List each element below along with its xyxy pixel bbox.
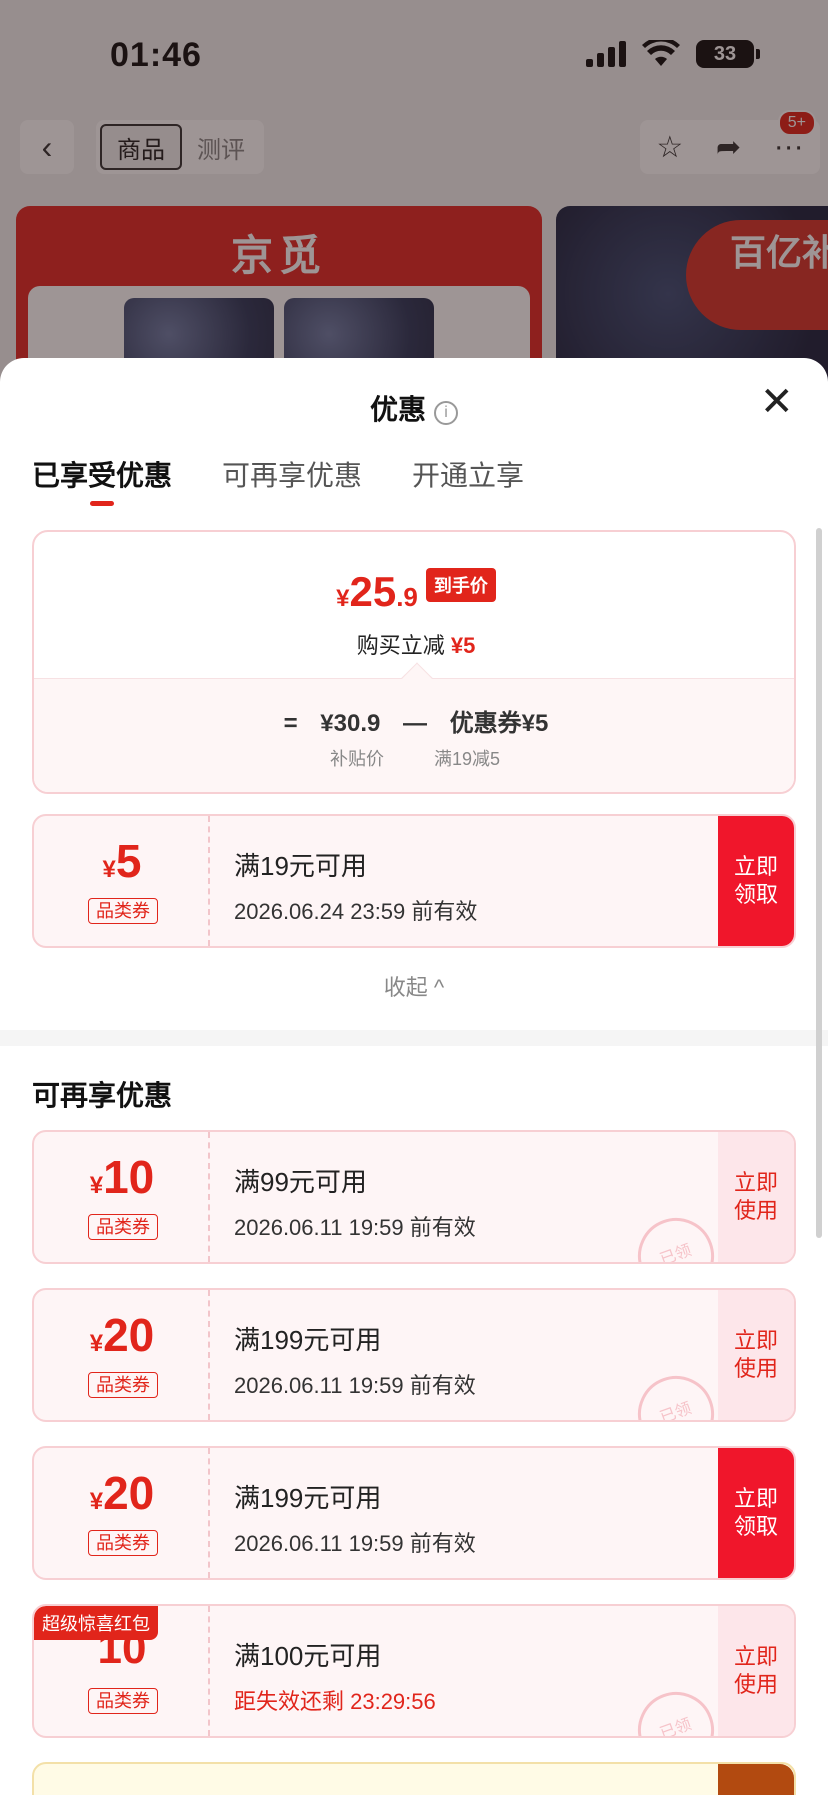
- coupon-action-partial[interactable]: [718, 1764, 794, 1795]
- coupon-value: ¥20 品类券: [34, 1448, 210, 1578]
- coupon-expiry: 2026.06.24 23:59 前有效: [234, 899, 478, 924]
- use-coupon-button[interactable]: 立即使用: [718, 1606, 794, 1736]
- coupon-condition: 满199元可用: [234, 1325, 382, 1355]
- scrollbar[interactable]: [816, 528, 822, 1238]
- coupon-type-badge: 品类券: [88, 1688, 158, 1714]
- instant-reduction: 购买立减 ¥5: [34, 628, 794, 660]
- coupon-condition: 满199元可用: [234, 1483, 382, 1513]
- coupon-card: ¥5 品类券 满19元可用 2026.06.24 23:59 前有效 立即领取: [32, 814, 796, 948]
- coupon-condition: 满19元可用: [234, 851, 367, 881]
- coupon-currency: ¥: [89, 1488, 104, 1515]
- tab-enjoyed[interactable]: 已享受优惠: [32, 454, 172, 506]
- coupon-amount: ¥20: [34, 1308, 210, 1362]
- coupon-card: ¥20 品类券 满199元可用 2026.06.11 19:59 前有效 已领 …: [32, 1288, 796, 1422]
- coupon-amount: ¥10: [34, 1150, 210, 1204]
- formula-minus: —: [403, 710, 428, 737]
- more-discounts-title: 可再享优惠: [32, 1080, 173, 1111]
- breakdown-notch: [401, 662, 433, 694]
- coupon-amount-number: 20: [103, 1467, 155, 1519]
- coupon-condition: 满100元可用: [234, 1641, 382, 1671]
- coupon-condition: 满99元可用: [234, 1167, 367, 1197]
- reduction-amount: ¥5: [450, 633, 476, 658]
- coupon-currency: ¥: [102, 856, 116, 883]
- coupon-countdown: 距失效还剩 23:29:56: [234, 1689, 436, 1714]
- info-icon[interactable]: i: [434, 401, 458, 425]
- coupon-type-badge: 品类券: [88, 898, 158, 924]
- coupon-expiry: 2026.06.11 19:59 前有效: [234, 1373, 476, 1398]
- section-divider: [0, 1030, 828, 1046]
- claimed-stamp: 已领: [627, 1365, 725, 1420]
- super-surprise-tag: 超级惊喜红包: [34, 1606, 158, 1640]
- coupon-amount: ¥20: [34, 1466, 210, 1520]
- claimed-stamp: 已领: [627, 1681, 725, 1736]
- price-integer: 25: [349, 568, 397, 615]
- tab-activate[interactable]: 开通立享: [412, 454, 524, 494]
- coupon-type-badge: 品类券: [88, 1530, 158, 1556]
- base-price-label: 补贴价: [330, 749, 384, 769]
- coupon-value: ¥5 品类券: [34, 816, 210, 946]
- formula-base-price: ¥30.9: [320, 710, 381, 737]
- sheet-title-text: 优惠: [369, 394, 426, 425]
- coupon-amount-number: 20: [103, 1309, 155, 1361]
- discount-sheet: 优惠 i ✕ 已享受优惠 可再享优惠 开通立享 ¥25.9 到手价 购买立减 ¥5 …: [0, 358, 828, 1795]
- price-breakdown: = ¥30.9 — 优惠券¥5 补贴价 满19减5: [34, 662, 794, 792]
- coupon-expiry: 2026.06.11 19:59 前有效: [234, 1531, 476, 1556]
- reduction-label: 购买立减: [356, 633, 445, 658]
- sheet-title: 优惠 i: [0, 388, 828, 428]
- coupon-type-badge: 品类券: [88, 1214, 158, 1240]
- use-coupon-button[interactable]: 立即使用: [718, 1132, 794, 1262]
- tab-more-discounts[interactable]: 可再享优惠: [222, 454, 362, 494]
- final-price-card: ¥25.9 到手价 购买立减 ¥5 = ¥30.9 — 优惠券¥5 补贴价 满19…: [32, 530, 796, 794]
- formula-coupon: 优惠券¥5: [449, 710, 549, 737]
- final-price-tag: 到手价: [425, 568, 496, 602]
- use-coupon-button[interactable]: 立即使用: [718, 1290, 794, 1420]
- coupon-card: ¥10 品类券 满99元可用 2026.06.11 19:59 前有效 已领 立…: [32, 1130, 796, 1264]
- price-currency: ¥: [336, 585, 350, 612]
- claimed-stamp: 已领: [627, 1207, 725, 1262]
- coupon-amount-number: 5: [115, 835, 142, 887]
- claim-coupon-button[interactable]: 立即领取: [718, 816, 794, 946]
- formula-equals: =: [283, 710, 298, 737]
- price-decimal: .9: [396, 582, 418, 612]
- coupon-type-badge: 品类券: [88, 1372, 158, 1398]
- coupon-condition-label: 满19减5: [434, 749, 501, 769]
- close-icon: ✕: [760, 380, 794, 424]
- modal-overlay[interactable]: [0, 0, 828, 420]
- coupon-card-partial: [32, 1762, 796, 1795]
- final-price: ¥25.9 到手价: [34, 568, 794, 616]
- coupon-amount: ¥5: [34, 834, 210, 888]
- coupon-expiry: 2026.06.11 19:59 前有效: [234, 1215, 476, 1240]
- coupon-amount-number: 10: [103, 1151, 155, 1203]
- coupon-currency: ¥: [89, 1330, 104, 1357]
- coupon-currency: ¥: [89, 1172, 104, 1199]
- background-page: 01:46 33 ‹ 商品 测评 ☆ ➦ ··· 5+ 京觅 百亿补: [0, 0, 828, 420]
- claim-coupon-button[interactable]: 立即领取: [718, 1448, 794, 1578]
- coupon-card: 10 品类券 超级惊喜红包 满100元可用 距失效还剩 23:29:56 已领 …: [32, 1604, 796, 1738]
- coupon-card: ¥20 品类券 满199元可用 2026.06.11 19:59 前有效 立即领…: [32, 1446, 796, 1580]
- coupon-value: ¥20 品类券: [34, 1290, 210, 1420]
- coupon-value: ¥10 品类券: [34, 1132, 210, 1262]
- collapse-button[interactable]: 收起 ^: [0, 970, 828, 1002]
- discount-tabs: 已享受优惠 可再享优惠 开通立享: [32, 454, 524, 506]
- price-formula: = ¥30.9 — 优惠券¥5: [34, 703, 794, 738]
- close-button[interactable]: ✕: [760, 382, 794, 422]
